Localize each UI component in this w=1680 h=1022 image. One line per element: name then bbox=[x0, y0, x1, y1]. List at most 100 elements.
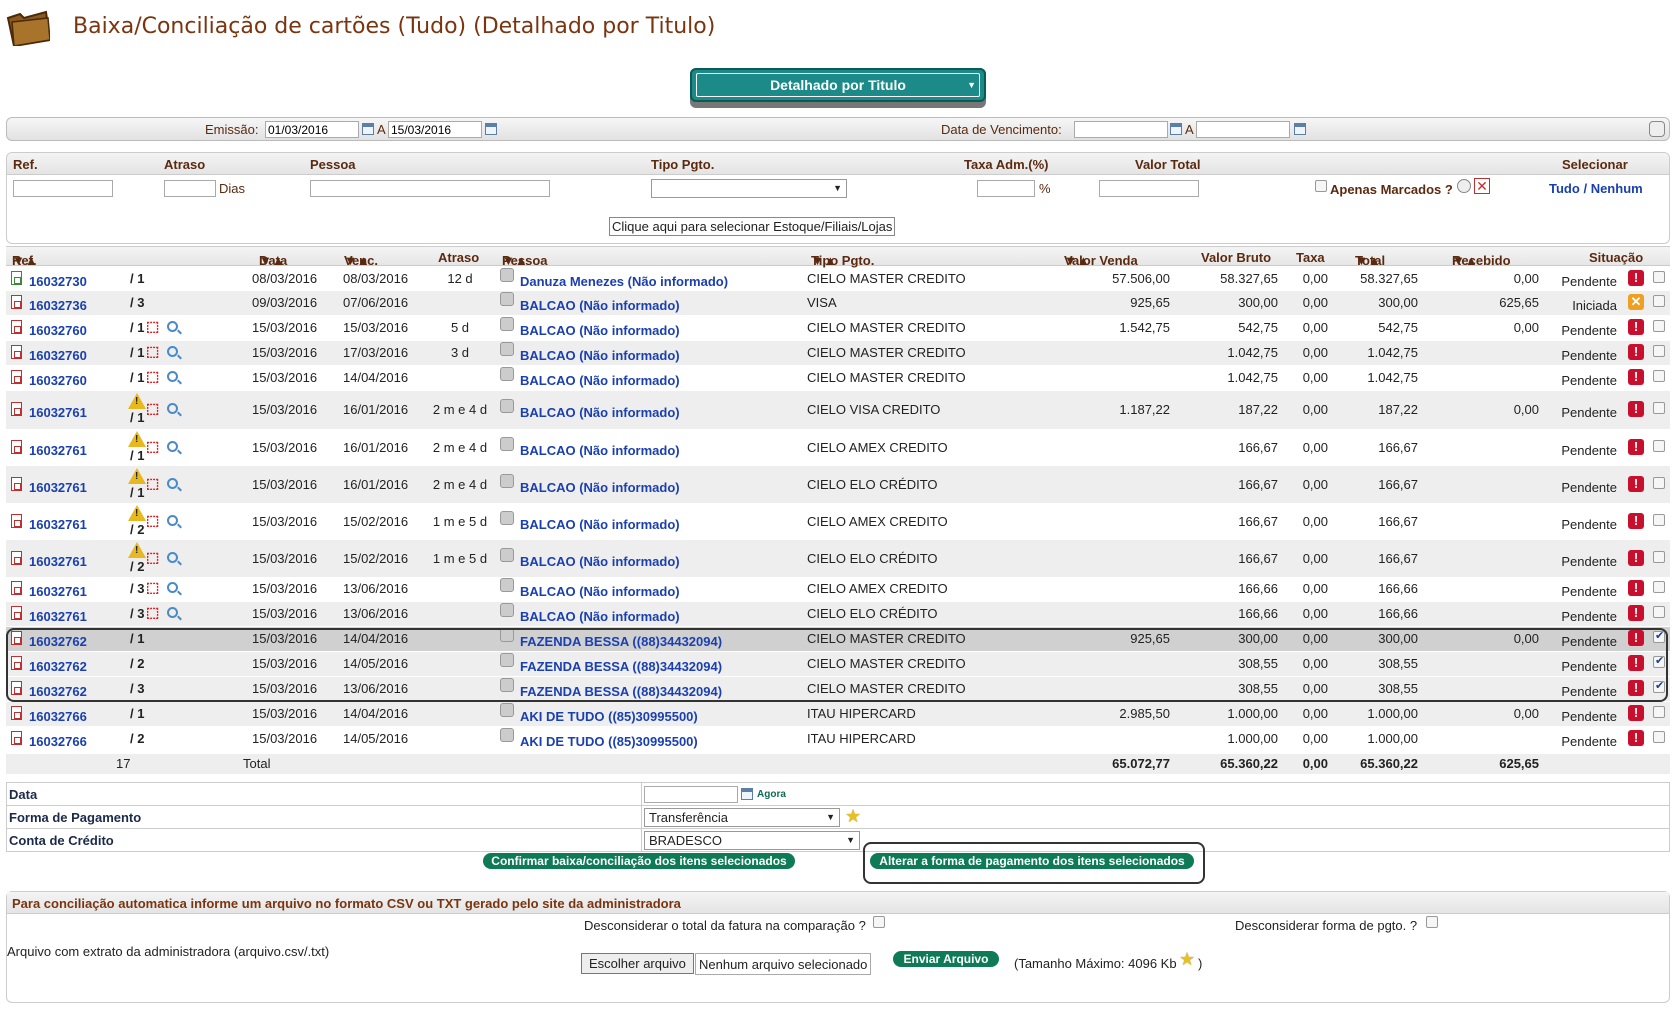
status-icon[interactable]: ! bbox=[1628, 439, 1644, 455]
status-icon[interactable]: ! bbox=[1628, 580, 1644, 596]
status-icon[interactable]: ! bbox=[1628, 344, 1644, 360]
pdf-icon[interactable]: ⬚ bbox=[146, 513, 160, 528]
pessoa-link[interactable]: BALCAO (Não informado) bbox=[520, 480, 680, 495]
pdf-icon[interactable]: ⬚ bbox=[146, 369, 160, 384]
row-checkbox[interactable] bbox=[1653, 477, 1665, 489]
estoque-filiais-button[interactable]: Clique aqui para selecionar Estoque/Fili… bbox=[609, 217, 896, 236]
document-icon[interactable] bbox=[11, 271, 22, 285]
agora-link[interactable]: Agora bbox=[757, 789, 786, 800]
pdf-icon[interactable]: ⬚ bbox=[146, 476, 160, 491]
row-checkbox[interactable] bbox=[1653, 370, 1665, 382]
pessoa-link[interactable]: BALCAO (Não informado) bbox=[520, 554, 680, 569]
ref-link[interactable]: 16032760 bbox=[29, 348, 87, 363]
document-icon[interactable] bbox=[11, 477, 22, 491]
pessoa-link[interactable]: BALCAO (Não informado) bbox=[520, 405, 680, 420]
person-icon[interactable] bbox=[500, 578, 514, 592]
choose-file-button[interactable]: Escolher arquivo bbox=[581, 953, 694, 974]
calendar-icon[interactable] bbox=[485, 123, 497, 135]
pessoa-link[interactable]: BALCAO (Não informado) bbox=[520, 373, 680, 388]
pdf-icon[interactable]: ⬚ bbox=[146, 580, 160, 595]
ref-link[interactable]: 16032761 bbox=[29, 584, 87, 599]
status-icon[interactable]: ✕ bbox=[1628, 294, 1644, 310]
ref-link[interactable]: 16032761 bbox=[29, 517, 87, 532]
person-icon[interactable] bbox=[500, 603, 514, 617]
magnifier-icon[interactable] bbox=[167, 371, 178, 382]
table-row[interactable]: 16032761 / 2⬚ 15/03/2016 15/02/2016 1 m e 5 … bbox=[6, 503, 1670, 540]
ref-link[interactable]: 16032761 bbox=[29, 480, 87, 495]
status-icon[interactable]: ! bbox=[1628, 605, 1644, 621]
pessoa-link[interactable]: BALCAO (Não informado) bbox=[520, 443, 680, 458]
pessoa-link[interactable]: AKI DE TUDO ((85)30995500) bbox=[520, 734, 698, 749]
magnifier-icon[interactable] bbox=[167, 607, 178, 618]
person-icon[interactable] bbox=[500, 437, 514, 451]
person-icon[interactable] bbox=[500, 511, 514, 525]
pessoa-link[interactable]: AKI DE TUDO ((85)30995500) bbox=[520, 709, 698, 724]
person-icon[interactable] bbox=[500, 317, 514, 331]
document-icon[interactable] bbox=[11, 370, 22, 384]
taxa-filter-input[interactable] bbox=[977, 180, 1035, 197]
close-icon[interactable]: ✕ bbox=[1474, 178, 1490, 194]
emissao-from-input[interactable] bbox=[265, 121, 359, 138]
star-icon[interactable]: ★ bbox=[845, 807, 861, 825]
ref-link[interactable]: 16032736 bbox=[29, 298, 87, 313]
status-icon[interactable]: ! bbox=[1628, 270, 1644, 286]
magnifier-icon[interactable] bbox=[167, 582, 178, 593]
pdf-icon[interactable]: ⬚ bbox=[146, 401, 160, 416]
status-icon[interactable]: ! bbox=[1628, 730, 1644, 746]
document-icon[interactable] bbox=[11, 345, 22, 359]
table-row[interactable]: 16032761 / 1⬚ 15/03/2016 16/01/2016 2 m e 4 … bbox=[6, 466, 1670, 503]
row-checkbox[interactable] bbox=[1653, 402, 1665, 414]
select-all-link[interactable]: Tudo bbox=[1549, 181, 1580, 196]
table-row[interactable]: 16032730 / 1 08/03/2016 08/03/2016 12 d Danuz… bbox=[6, 267, 1670, 291]
pdf-icon[interactable]: ⬚ bbox=[146, 439, 160, 454]
tipo-pgto-select[interactable]: ▼ bbox=[651, 179, 847, 198]
pessoa-link[interactable]: BALCAO (Não informado) bbox=[520, 323, 680, 338]
table-row[interactable]: 16032761 / 2⬚ 15/03/2016 15/02/2016 1 m e 5 … bbox=[6, 540, 1670, 577]
row-checkbox[interactable] bbox=[1653, 440, 1665, 452]
pdf-icon[interactable]: ⬚ bbox=[146, 550, 160, 565]
ref-link[interactable]: 16032760 bbox=[29, 373, 87, 388]
document-icon[interactable] bbox=[11, 295, 22, 309]
ref-filter-input[interactable] bbox=[13, 180, 113, 197]
status-icon[interactable]: ! bbox=[1628, 705, 1644, 721]
venc-to-input[interactable] bbox=[1196, 121, 1290, 138]
view-mode-select[interactable]: Detalhado por Titulo ▼ bbox=[690, 68, 986, 102]
select-none-link[interactable]: Nenhum bbox=[1591, 181, 1643, 196]
pessoa-filter-input[interactable] bbox=[310, 180, 550, 197]
person-icon[interactable] bbox=[500, 548, 514, 562]
row-checkbox[interactable] bbox=[1653, 514, 1665, 526]
row-checkbox[interactable] bbox=[1653, 581, 1665, 593]
ref-link[interactable]: 16032766 bbox=[29, 709, 87, 724]
document-icon[interactable] bbox=[11, 581, 22, 595]
clear-icon[interactable] bbox=[1457, 179, 1471, 193]
status-icon[interactable]: ! bbox=[1628, 369, 1644, 385]
document-icon[interactable] bbox=[11, 320, 22, 334]
confirm-baixa-button[interactable]: Confirmar baixa/conciliação dos itens se… bbox=[483, 853, 795, 869]
table-row[interactable]: 16032761 / 3 ⬚ 15/03/2016 13/06/2016 BALCAO (… bbox=[6, 577, 1670, 601]
alterar-forma-button[interactable]: Alterar a forma de pagamento dos itens s… bbox=[870, 853, 1194, 869]
magnifier-icon[interactable] bbox=[167, 515, 178, 526]
pessoa-link[interactable]: BALCAO (Não informado) bbox=[520, 609, 680, 624]
pdf-icon[interactable]: ⬚ bbox=[146, 344, 160, 359]
table-row[interactable]: 16032760 / 1 ⬚ 15/03/2016 14/04/2016 BALCAO (… bbox=[6, 366, 1670, 390]
apenas-marcados-checkbox[interactable] bbox=[1315, 180, 1327, 192]
row-checkbox[interactable] bbox=[1653, 551, 1665, 563]
pdf-icon[interactable]: ⬚ bbox=[146, 319, 160, 334]
document-icon[interactable] bbox=[11, 551, 22, 565]
document-icon[interactable] bbox=[11, 402, 22, 416]
table-row[interactable]: 16032736 / 3 09/03/2016 07/06/2016 BALCAO (N… bbox=[6, 291, 1670, 315]
row-checkbox[interactable] bbox=[1653, 606, 1665, 618]
row-checkbox[interactable] bbox=[1653, 345, 1665, 357]
magnifier-icon[interactable] bbox=[167, 478, 178, 489]
row-checkbox[interactable] bbox=[1653, 706, 1665, 718]
search-icon[interactable] bbox=[1649, 121, 1665, 137]
pessoa-link[interactable]: BALCAO (Não informado) bbox=[520, 584, 680, 599]
venc-from-input[interactable] bbox=[1074, 121, 1168, 138]
person-icon[interactable] bbox=[500, 703, 514, 717]
person-icon[interactable] bbox=[500, 268, 514, 282]
table-row[interactable]: 16032761 / 1⬚ 15/03/2016 16/01/2016 2 m e 4 … bbox=[6, 429, 1670, 466]
row-checkbox[interactable] bbox=[1653, 731, 1665, 743]
document-icon[interactable] bbox=[11, 514, 22, 528]
person-icon[interactable] bbox=[500, 474, 514, 488]
pessoa-link[interactable]: BALCAO (Não informado) bbox=[520, 298, 680, 313]
